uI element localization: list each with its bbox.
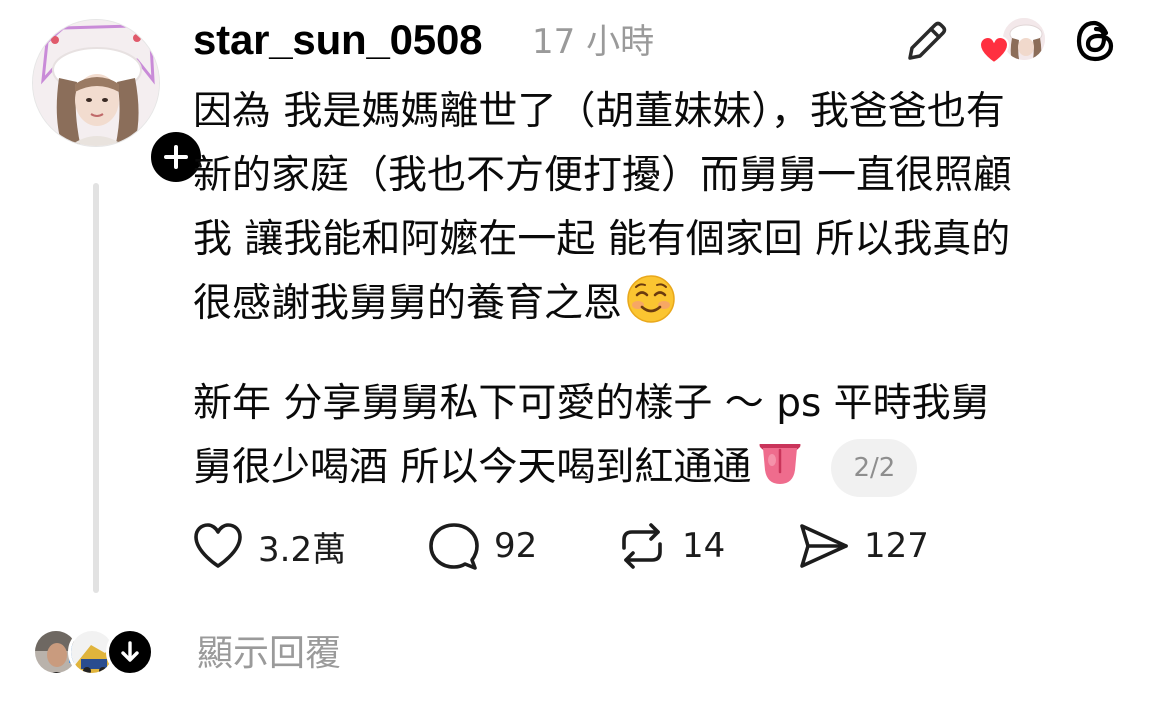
image-page-indicator: 2/2	[831, 439, 918, 497]
edit-button[interactable]	[902, 16, 952, 66]
show-replies-link[interactable]: 顯示回覆	[197, 628, 341, 680]
post-text-line: 很感謝我舅舅的養育之恩	[193, 281, 623, 326]
pencil-icon	[908, 21, 947, 60]
like-count: 3.2萬	[258, 529, 347, 570]
comment-count: 92	[494, 526, 538, 566]
post-text-line: 因為 我是媽媽離世了（胡董妹妹），我爸爸也有	[193, 89, 1005, 134]
post-text-line-with-emoji: 很感謝我舅舅的養育之恩	[193, 272, 1133, 344]
liked-by-indicator[interactable]	[975, 14, 1051, 68]
heart-icon	[978, 35, 1010, 65]
repost-count: 14	[682, 526, 726, 566]
post-body: 因為 我是媽媽離世了（胡董妹妹），我爸爸也有 新的家庭（我也不方便打擾）而舅舅一…	[193, 80, 1133, 508]
author-avatar[interactable]	[32, 19, 160, 147]
like-button[interactable]: 3.2萬	[190, 516, 346, 576]
send-icon	[800, 524, 848, 568]
heart-outline-icon	[194, 523, 242, 568]
post-text-line: 舅很少喝酒 所以今天喝到紅通通	[193, 445, 752, 490]
threads-logo-icon	[1076, 20, 1114, 62]
arrow-down-icon	[121, 641, 139, 662]
repost-button[interactable]: 14	[614, 516, 725, 576]
share-button[interactable]: 127	[796, 516, 929, 576]
thread-connector-line	[93, 183, 99, 593]
smiling-face-icon	[626, 274, 676, 344]
expand-replies-button[interactable]	[106, 628, 154, 676]
repost-icon	[622, 523, 662, 569]
comment-bubble-icon	[429, 523, 479, 570]
comment-button[interactable]: 92	[426, 516, 537, 576]
post-text-line: 新的家庭（我也不方便打擾）而舅舅一直很照顧	[193, 153, 1013, 198]
post-timestamp: 17 小時	[532, 22, 655, 62]
post-text-line: 我 讓我能和阿嬤在一起 能有個家回 所以我真的	[193, 217, 1011, 262]
author-avatar-container	[32, 19, 206, 187]
post-text-line: 新年 分享舅舅私下可愛的樣子 ～ ps 平時我舅	[193, 381, 990, 426]
author-username[interactable]: star_sun_0508	[193, 14, 482, 66]
post-text-line-with-emoji: 舅很少喝酒 所以今天喝到紅通通 2/2	[193, 436, 1133, 508]
plus-icon	[164, 145, 188, 169]
share-count: 127	[864, 526, 929, 566]
tongue-icon	[755, 438, 805, 508]
reply-avatars[interactable]	[32, 628, 168, 678]
threads-logo-button[interactable]	[1072, 17, 1120, 65]
